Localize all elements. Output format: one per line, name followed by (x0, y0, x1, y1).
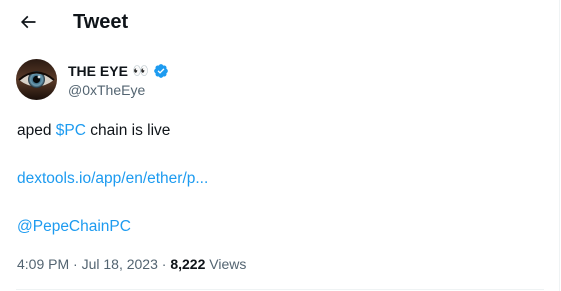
dextools-link[interactable]: dextools.io/app/en/ether/p... (17, 170, 208, 187)
cashtag-link[interactable]: $PC (56, 122, 86, 139)
avatar[interactable] (16, 59, 57, 100)
tweet-detail-column: Tweet THE EYE 👀 @0xTheEye aped $PC chain… (0, 0, 560, 291)
tweet-line-1: aped $PC chain is live (17, 121, 547, 140)
author-name-row: THE EYE 👀 (68, 61, 169, 81)
author-handle[interactable]: @0xTheEye (68, 82, 145, 98)
tweet-line-3: @PepeChainPC (17, 217, 547, 236)
views-count: 8,222 (170, 256, 206, 272)
tweet-text: aped $PC chain is live dextools.io/app/e… (17, 121, 547, 236)
line-gap-2 (17, 188, 547, 217)
meta-separator: · (73, 256, 82, 272)
arrow-left-icon (20, 15, 36, 29)
verified-badge-icon (154, 64, 168, 78)
tweet-line-2: dextools.io/app/en/ether/p... (17, 169, 547, 188)
page-title: Tweet (73, 11, 129, 33)
tweet-text-suffix: chain is live (85, 122, 171, 139)
tweet-meta: 4:09 PM · Jul 18, 2023 · 8,222 Views (17, 256, 246, 272)
mention-link[interactable]: @PepeChainPC (17, 218, 131, 235)
divider (16, 289, 544, 290)
tweet-time[interactable]: 4:09 PM (17, 256, 69, 272)
tweet-text-prefix: aped (17, 122, 56, 139)
tweet-date[interactable]: Jul 18, 2023 (82, 256, 158, 272)
back-button[interactable] (12, 6, 44, 38)
line-gap-1 (17, 140, 547, 169)
eyes-emoji: 👀 (132, 63, 150, 78)
author-display-name[interactable]: THE EYE (68, 63, 128, 79)
page-header: Tweet (0, 0, 560, 44)
views-label: Views (209, 256, 247, 272)
eye-avatar-image (16, 59, 57, 100)
